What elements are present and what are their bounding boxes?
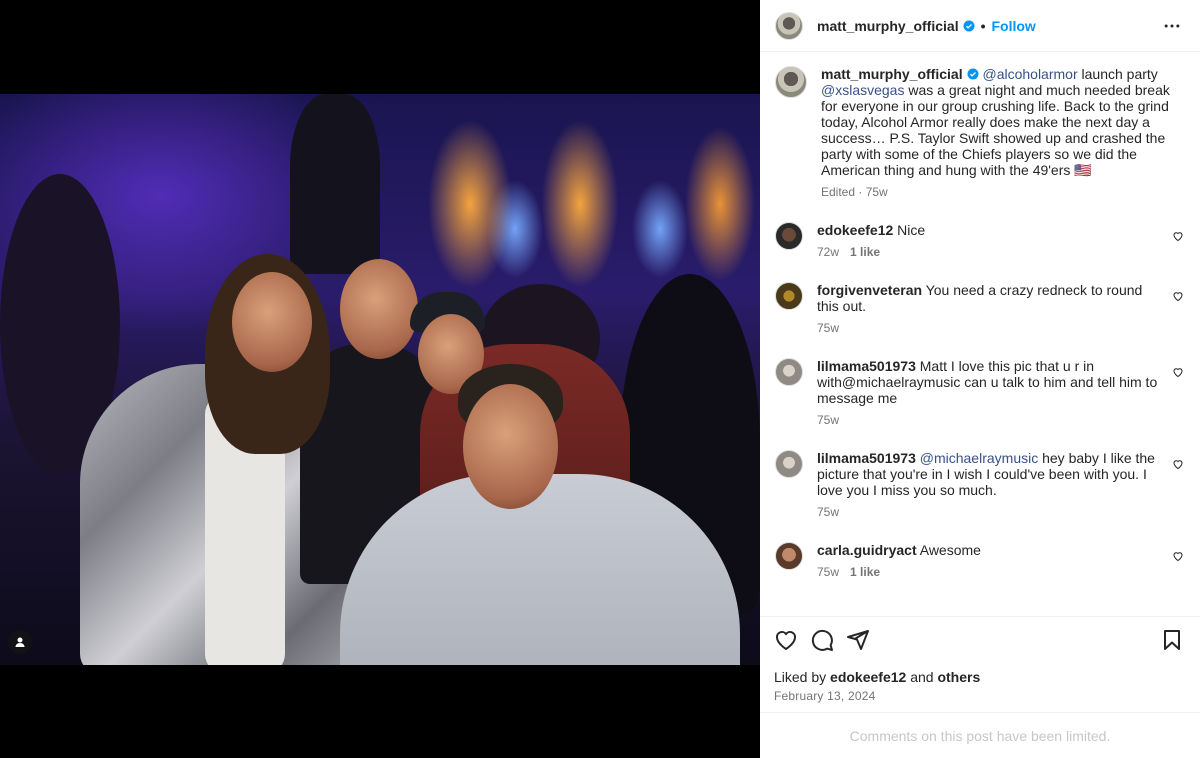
comment-body: edokeefe12 Nice 72w 1 like xyxy=(817,222,1184,260)
more-horizontal-icon xyxy=(1164,24,1180,27)
mention-link[interactable]: @michaelraymusic xyxy=(920,450,1038,466)
like-comment-heart-icon[interactable] xyxy=(1172,458,1184,470)
share-paper-plane-icon[interactable] xyxy=(846,628,870,652)
comment-username[interactable]: forgivenveteran xyxy=(817,282,922,298)
commenter-avatar[interactable] xyxy=(775,282,803,310)
mention-link[interactable]: @xslasvegas xyxy=(821,82,904,98)
post-caption: matt_murphy_official @alcoholarmor launc… xyxy=(775,66,1184,200)
like-comment-heart-icon[interactable] xyxy=(1172,550,1184,562)
verified-badge-icon xyxy=(963,20,975,31)
like-comment-heart-icon[interactable] xyxy=(1172,230,1184,242)
comment-item: forgivenveteran You need a crazy redneck… xyxy=(775,282,1184,336)
separator-dot: • xyxy=(980,17,986,34)
verified-badge-icon xyxy=(967,68,979,80)
comment-age[interactable]: 75w xyxy=(817,320,839,336)
liked-by-and: and xyxy=(906,669,938,685)
post-actions: Liked by edokeefe12 and others February … xyxy=(760,616,1200,703)
mention-link[interactable]: @alcoholarmor xyxy=(982,66,1077,82)
person-face xyxy=(463,384,558,509)
comment-body: lilmama501973 @michaelraymusic hey baby … xyxy=(817,450,1184,520)
post-date[interactable]: February 13, 2024 xyxy=(774,689,1184,703)
like-heart-icon[interactable] xyxy=(774,628,798,652)
liked-by-line: Liked by edokeefe12 and others xyxy=(774,669,1184,685)
author-username[interactable]: matt_murphy_official xyxy=(817,18,959,34)
comment-age[interactable]: 72w xyxy=(817,244,839,260)
liked-by-others[interactable]: others xyxy=(937,669,980,685)
comment-username[interactable]: carla.guidryact xyxy=(817,542,917,558)
crowd-figure xyxy=(290,94,380,274)
caption-meta: Edited · 75w xyxy=(821,185,888,199)
follow-button[interactable]: Follow xyxy=(992,18,1036,34)
like-comment-heart-icon[interactable] xyxy=(1172,290,1184,302)
caption-username[interactable]: matt_murphy_official xyxy=(821,66,963,82)
action-icons xyxy=(774,629,1184,651)
post-sidebar: matt_murphy_official • Follow matt_murph… xyxy=(760,0,1200,758)
user-icon xyxy=(15,637,25,647)
liked-by-user[interactable]: edokeefe12 xyxy=(830,669,906,685)
comment-body: forgivenveteran You need a crazy redneck… xyxy=(817,282,1184,336)
author-avatar[interactable] xyxy=(775,11,803,40)
comment-item: carla.guidryact Awesome 75w 1 like xyxy=(775,542,1184,580)
comment-text: Awesome xyxy=(919,542,981,558)
comment-item: lilmama501973 @michaelraymusic hey baby … xyxy=(775,450,1184,520)
comment-likes[interactable]: 1 like xyxy=(850,244,880,260)
like-comment-heart-icon[interactable] xyxy=(1172,366,1184,378)
post-header: matt_murphy_official • Follow xyxy=(760,0,1200,52)
comment-item: edokeefe12 Nice 72w 1 like xyxy=(775,222,1184,260)
comment-bubble-icon[interactable] xyxy=(810,628,834,652)
commenter-avatar[interactable] xyxy=(775,222,803,250)
more-options-button[interactable] xyxy=(1160,14,1184,38)
author-avatar[interactable] xyxy=(775,66,807,98)
commenter-avatar[interactable] xyxy=(775,542,803,570)
commenter-avatar[interactable] xyxy=(775,358,803,386)
comment-age[interactable]: 75w xyxy=(817,412,839,428)
person-face xyxy=(232,272,312,372)
post-photo[interactable] xyxy=(0,94,760,665)
caption-text: launch party xyxy=(1077,66,1158,82)
media-pane xyxy=(0,0,760,758)
comment-body: carla.guidryact Awesome 75w 1 like xyxy=(817,542,1184,580)
comment-body: lilmama501973 Matt I love this pic that … xyxy=(817,358,1184,428)
comment-likes[interactable]: 1 like xyxy=(850,564,880,580)
caption-body: matt_murphy_official @alcoholarmor launc… xyxy=(821,66,1184,200)
liked-by-prefix: Liked by xyxy=(774,669,831,685)
comment-username[interactable]: lilmama501973 xyxy=(817,450,916,466)
comments-limited-notice: Comments on this post have been limited. xyxy=(760,712,1200,758)
person-face xyxy=(340,259,418,359)
comment-item: lilmama501973 Matt I love this pic that … xyxy=(775,358,1184,428)
tagged-users-button[interactable] xyxy=(8,630,32,654)
comment-username[interactable]: lilmama501973 xyxy=(817,358,916,374)
commenter-avatar[interactable] xyxy=(775,450,803,478)
comment-age[interactable]: 75w xyxy=(817,504,839,520)
save-bookmark-icon[interactable] xyxy=(1160,628,1184,652)
comment-username[interactable]: edokeefe12 xyxy=(817,222,893,238)
comments-list[interactable]: matt_murphy_official @alcoholarmor launc… xyxy=(760,52,1200,616)
comment-text: Nice xyxy=(897,222,926,238)
comment-age[interactable]: 75w xyxy=(817,564,839,580)
